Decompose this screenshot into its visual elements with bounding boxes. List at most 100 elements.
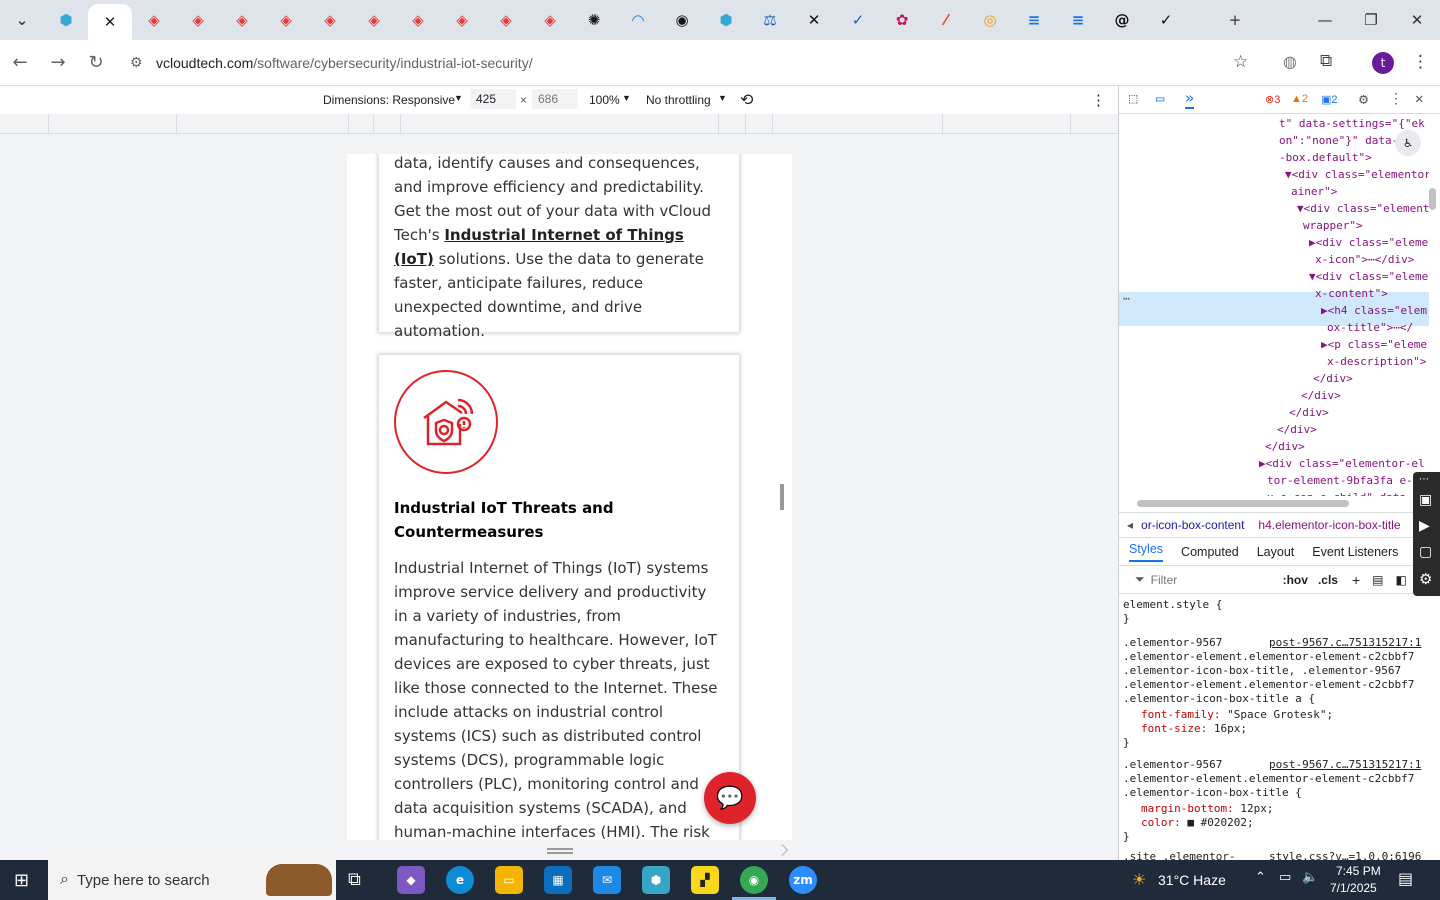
dom-node-line[interactable]: tor-element-9bfa3fa e-co bbox=[1267, 474, 1426, 487]
error-icon[interactable]: ⊗3 bbox=[1265, 93, 1280, 106]
dom-node-line[interactable]: -box.default"> bbox=[1279, 151, 1372, 164]
minimize-button[interactable]: — bbox=[1302, 0, 1348, 40]
browser-tab[interactable]: ◈ bbox=[308, 0, 352, 40]
height-input[interactable]: 686 bbox=[532, 89, 578, 109]
browser-menu-icon[interactable]: ⋮ bbox=[1412, 52, 1429, 72]
zoom-icon[interactable]: zm bbox=[789, 866, 817, 894]
store-icon[interactable]: ▦ bbox=[544, 866, 572, 894]
style-rule-line[interactable]: color: ■ #020202; bbox=[1141, 816, 1254, 829]
browser-tab[interactable]: ✺ bbox=[572, 0, 616, 40]
close-devtools-icon[interactable]: ✕ bbox=[1415, 91, 1423, 107]
mail-icon[interactable]: ✉ bbox=[593, 866, 621, 894]
style-rule-line[interactable]: .elementor-element.elementor-element-c2c… bbox=[1123, 772, 1414, 785]
bookmark-star-icon[interactable]: ☆ bbox=[1233, 52, 1248, 72]
dom-node-line[interactable]: ▶<div class="elementor-el bbox=[1259, 457, 1425, 470]
browser-tab[interactable]: ◈ bbox=[352, 0, 396, 40]
browser-tab[interactable]: ✓ bbox=[836, 0, 880, 40]
style-rule-line[interactable]: .elementor-element.elementor-element-c2c… bbox=[1123, 650, 1414, 663]
inspect-icon[interactable]: ⬚ bbox=[1129, 91, 1137, 107]
dom-node-line[interactable]: t" data-settings="{"ek bbox=[1279, 117, 1425, 130]
resize-handle-bottom[interactable] bbox=[547, 848, 573, 854]
browser-tab[interactable]: ✓ bbox=[1144, 0, 1188, 40]
gear-icon[interactable]: ⚙ bbox=[1419, 570, 1432, 588]
chat-button[interactable]: 💬 bbox=[704, 772, 756, 824]
taskbar-search[interactable]: ⌕ Type here to search bbox=[48, 860, 336, 900]
browser-tab[interactable]: ≡ bbox=[1056, 0, 1100, 40]
sticky-notes-icon[interactable]: ▞ bbox=[691, 866, 719, 894]
dom-node-line[interactable]: x e-con e-child" data- bbox=[1267, 491, 1413, 496]
dom-node-line[interactable]: x-description"> bbox=[1327, 355, 1426, 368]
dom-node-line[interactable]: ▶<h4 class="elem bbox=[1321, 304, 1427, 317]
tab-layout[interactable]: Layout bbox=[1257, 545, 1295, 559]
horizontal-scrollbar[interactable] bbox=[1137, 500, 1349, 507]
style-source-link[interactable]: post-9567.c…751315217:1 bbox=[1269, 636, 1421, 649]
style-rule-line[interactable]: font-size: 16px; bbox=[1141, 722, 1247, 735]
browser-tab[interactable]: ⚖ bbox=[748, 0, 792, 40]
browser-tab[interactable]: ✿ bbox=[880, 0, 924, 40]
cls-toggle[interactable]: .cls bbox=[1318, 573, 1338, 587]
more-options-icon[interactable]: ⋮ bbox=[1091, 91, 1106, 109]
style-rule-line[interactable]: .elementor-9567 bbox=[1123, 636, 1222, 649]
profile-avatar[interactable]: t bbox=[1372, 52, 1394, 74]
tray-chevron-icon[interactable]: ⌃ bbox=[1255, 870, 1266, 885]
back-button[interactable]: ← bbox=[2, 45, 38, 81]
browser-tab[interactable]: ◈ bbox=[132, 0, 176, 40]
browser-tab[interactable]: ◈ bbox=[528, 0, 572, 40]
style-rule-line[interactable]: margin-bottom: 12px; bbox=[1141, 802, 1273, 815]
translate-icon[interactable]: ◍ bbox=[1283, 52, 1297, 71]
close-window-button[interactable]: ✕ bbox=[1394, 0, 1440, 40]
address-input[interactable]: ⚙ vcloudtech.com/software/cybersecurity/… bbox=[118, 46, 1268, 80]
elements-tree[interactable]: t" data-settings="{"ek on":"none"}" data-… bbox=[1119, 114, 1429, 496]
weather-text[interactable]: 31°C Haze bbox=[1158, 872, 1226, 888]
throttle-select[interactable]: No throttling bbox=[646, 93, 711, 107]
task-view-icon[interactable]: ⧉ bbox=[348, 869, 361, 890]
camera-icon[interactable]: ▣ bbox=[1419, 492, 1432, 508]
new-rule-icon[interactable]: + bbox=[1352, 572, 1360, 588]
forward-button[interactable]: → bbox=[40, 45, 76, 81]
style-rule-line[interactable]: .elementor-element.elementor-element-c2c… bbox=[1123, 678, 1414, 691]
window-icon[interactable]: ▢ bbox=[1419, 544, 1432, 560]
style-rule-line[interactable]: } bbox=[1123, 736, 1130, 749]
zoom-select[interactable]: 100% bbox=[589, 93, 620, 107]
copilot-icon[interactable]: ◆ bbox=[397, 866, 425, 894]
dom-node-line[interactable]: on":"none"}" data-"g bbox=[1279, 134, 1411, 147]
rotate-icon[interactable]: ⟲ bbox=[740, 90, 753, 110]
hov-toggle[interactable]: :hov bbox=[1283, 573, 1308, 587]
video-icon[interactable]: ▶ bbox=[1419, 518, 1430, 534]
dom-node-line[interactable]: ▼<div class="element bbox=[1297, 202, 1429, 215]
start-icon[interactable]: ⊞ bbox=[14, 870, 29, 891]
chrome-icon[interactable]: ◉ bbox=[740, 866, 768, 894]
style-rule-line[interactable]: .elementor-icon-box-title a { bbox=[1123, 692, 1315, 705]
browser-tab[interactable]: @ bbox=[1100, 0, 1144, 40]
style-rule-line[interactable]: .elementor-9567 bbox=[1123, 758, 1222, 771]
browser-tab[interactable]: ◈ bbox=[484, 0, 528, 40]
reload-button[interactable]: ↻ bbox=[78, 45, 114, 81]
style-rule-line[interactable]: } bbox=[1123, 612, 1130, 625]
restore-button[interactable]: ❐ bbox=[1348, 0, 1394, 40]
dom-node-line[interactable]: </div> bbox=[1265, 440, 1305, 453]
notification-icon[interactable]: ▤ bbox=[1398, 869, 1413, 888]
dimensions-select[interactable]: Dimensions: Responsive bbox=[323, 93, 455, 107]
dom-node-line[interactable]: </div> bbox=[1301, 389, 1341, 402]
dom-node-line[interactable]: ▼<div class="eleme bbox=[1309, 270, 1428, 283]
dom-node-line[interactable]: x-icon">⋯</div> bbox=[1315, 253, 1414, 266]
browser-tab[interactable]: ⌄ bbox=[0, 0, 44, 40]
style-rule-line[interactable]: } bbox=[1123, 830, 1130, 843]
breadcrumb-item[interactable]: h4.elementor-icon-box-title bbox=[1258, 518, 1400, 532]
browser-tab[interactable]: ≡ bbox=[1012, 0, 1056, 40]
paint-icon[interactable]: ▤ bbox=[1372, 573, 1383, 587]
sidebar-toggle-icon[interactable]: ◧ bbox=[1396, 573, 1407, 587]
device-toggle-icon[interactable]: ▭ bbox=[1156, 91, 1164, 107]
more-panels-icon[interactable]: » bbox=[1185, 89, 1195, 109]
new-tab-button[interactable]: + bbox=[1212, 0, 1258, 40]
browser-tab[interactable]: ◠ bbox=[616, 0, 660, 40]
dom-node-line[interactable]: </div> bbox=[1289, 406, 1329, 419]
filter-input[interactable]: Filter bbox=[1151, 573, 1271, 587]
devtools-menu-icon[interactable]: ⋮ bbox=[1389, 91, 1403, 107]
resize-handle-right[interactable] bbox=[780, 484, 784, 510]
breadcrumb-item[interactable]: or-icon-box-content bbox=[1141, 518, 1244, 532]
dom-node-line[interactable]: </div> bbox=[1277, 423, 1317, 436]
dom-node-line[interactable]: ▼<div class="elementor bbox=[1285, 168, 1429, 181]
style-rule-line[interactable]: element.style { bbox=[1123, 598, 1222, 611]
clock-date[interactable]: 7/1/2025 bbox=[1330, 881, 1377, 895]
